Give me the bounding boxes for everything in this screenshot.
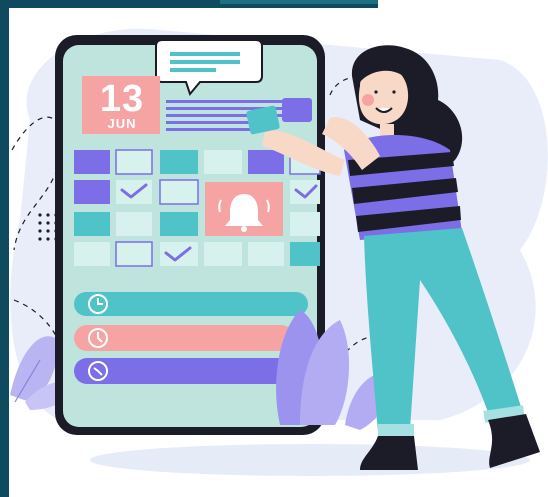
pants-cuff-left xyxy=(378,424,414,436)
illustration: 13 JUN xyxy=(0,0,548,497)
reminder-bar-teal xyxy=(74,292,308,316)
calendar-day: 13 xyxy=(99,78,145,120)
floor-shadow xyxy=(90,444,530,476)
calendar-month: JUN xyxy=(107,116,137,131)
cheek xyxy=(362,94,374,106)
scene xyxy=(10,28,548,476)
shoe-left xyxy=(360,436,418,470)
bell-icon xyxy=(205,182,283,236)
reminder-bar-coral xyxy=(74,325,294,351)
reminder-bar-violet xyxy=(74,358,300,384)
shoe-right xyxy=(488,414,540,468)
held-card-violet xyxy=(282,98,312,122)
